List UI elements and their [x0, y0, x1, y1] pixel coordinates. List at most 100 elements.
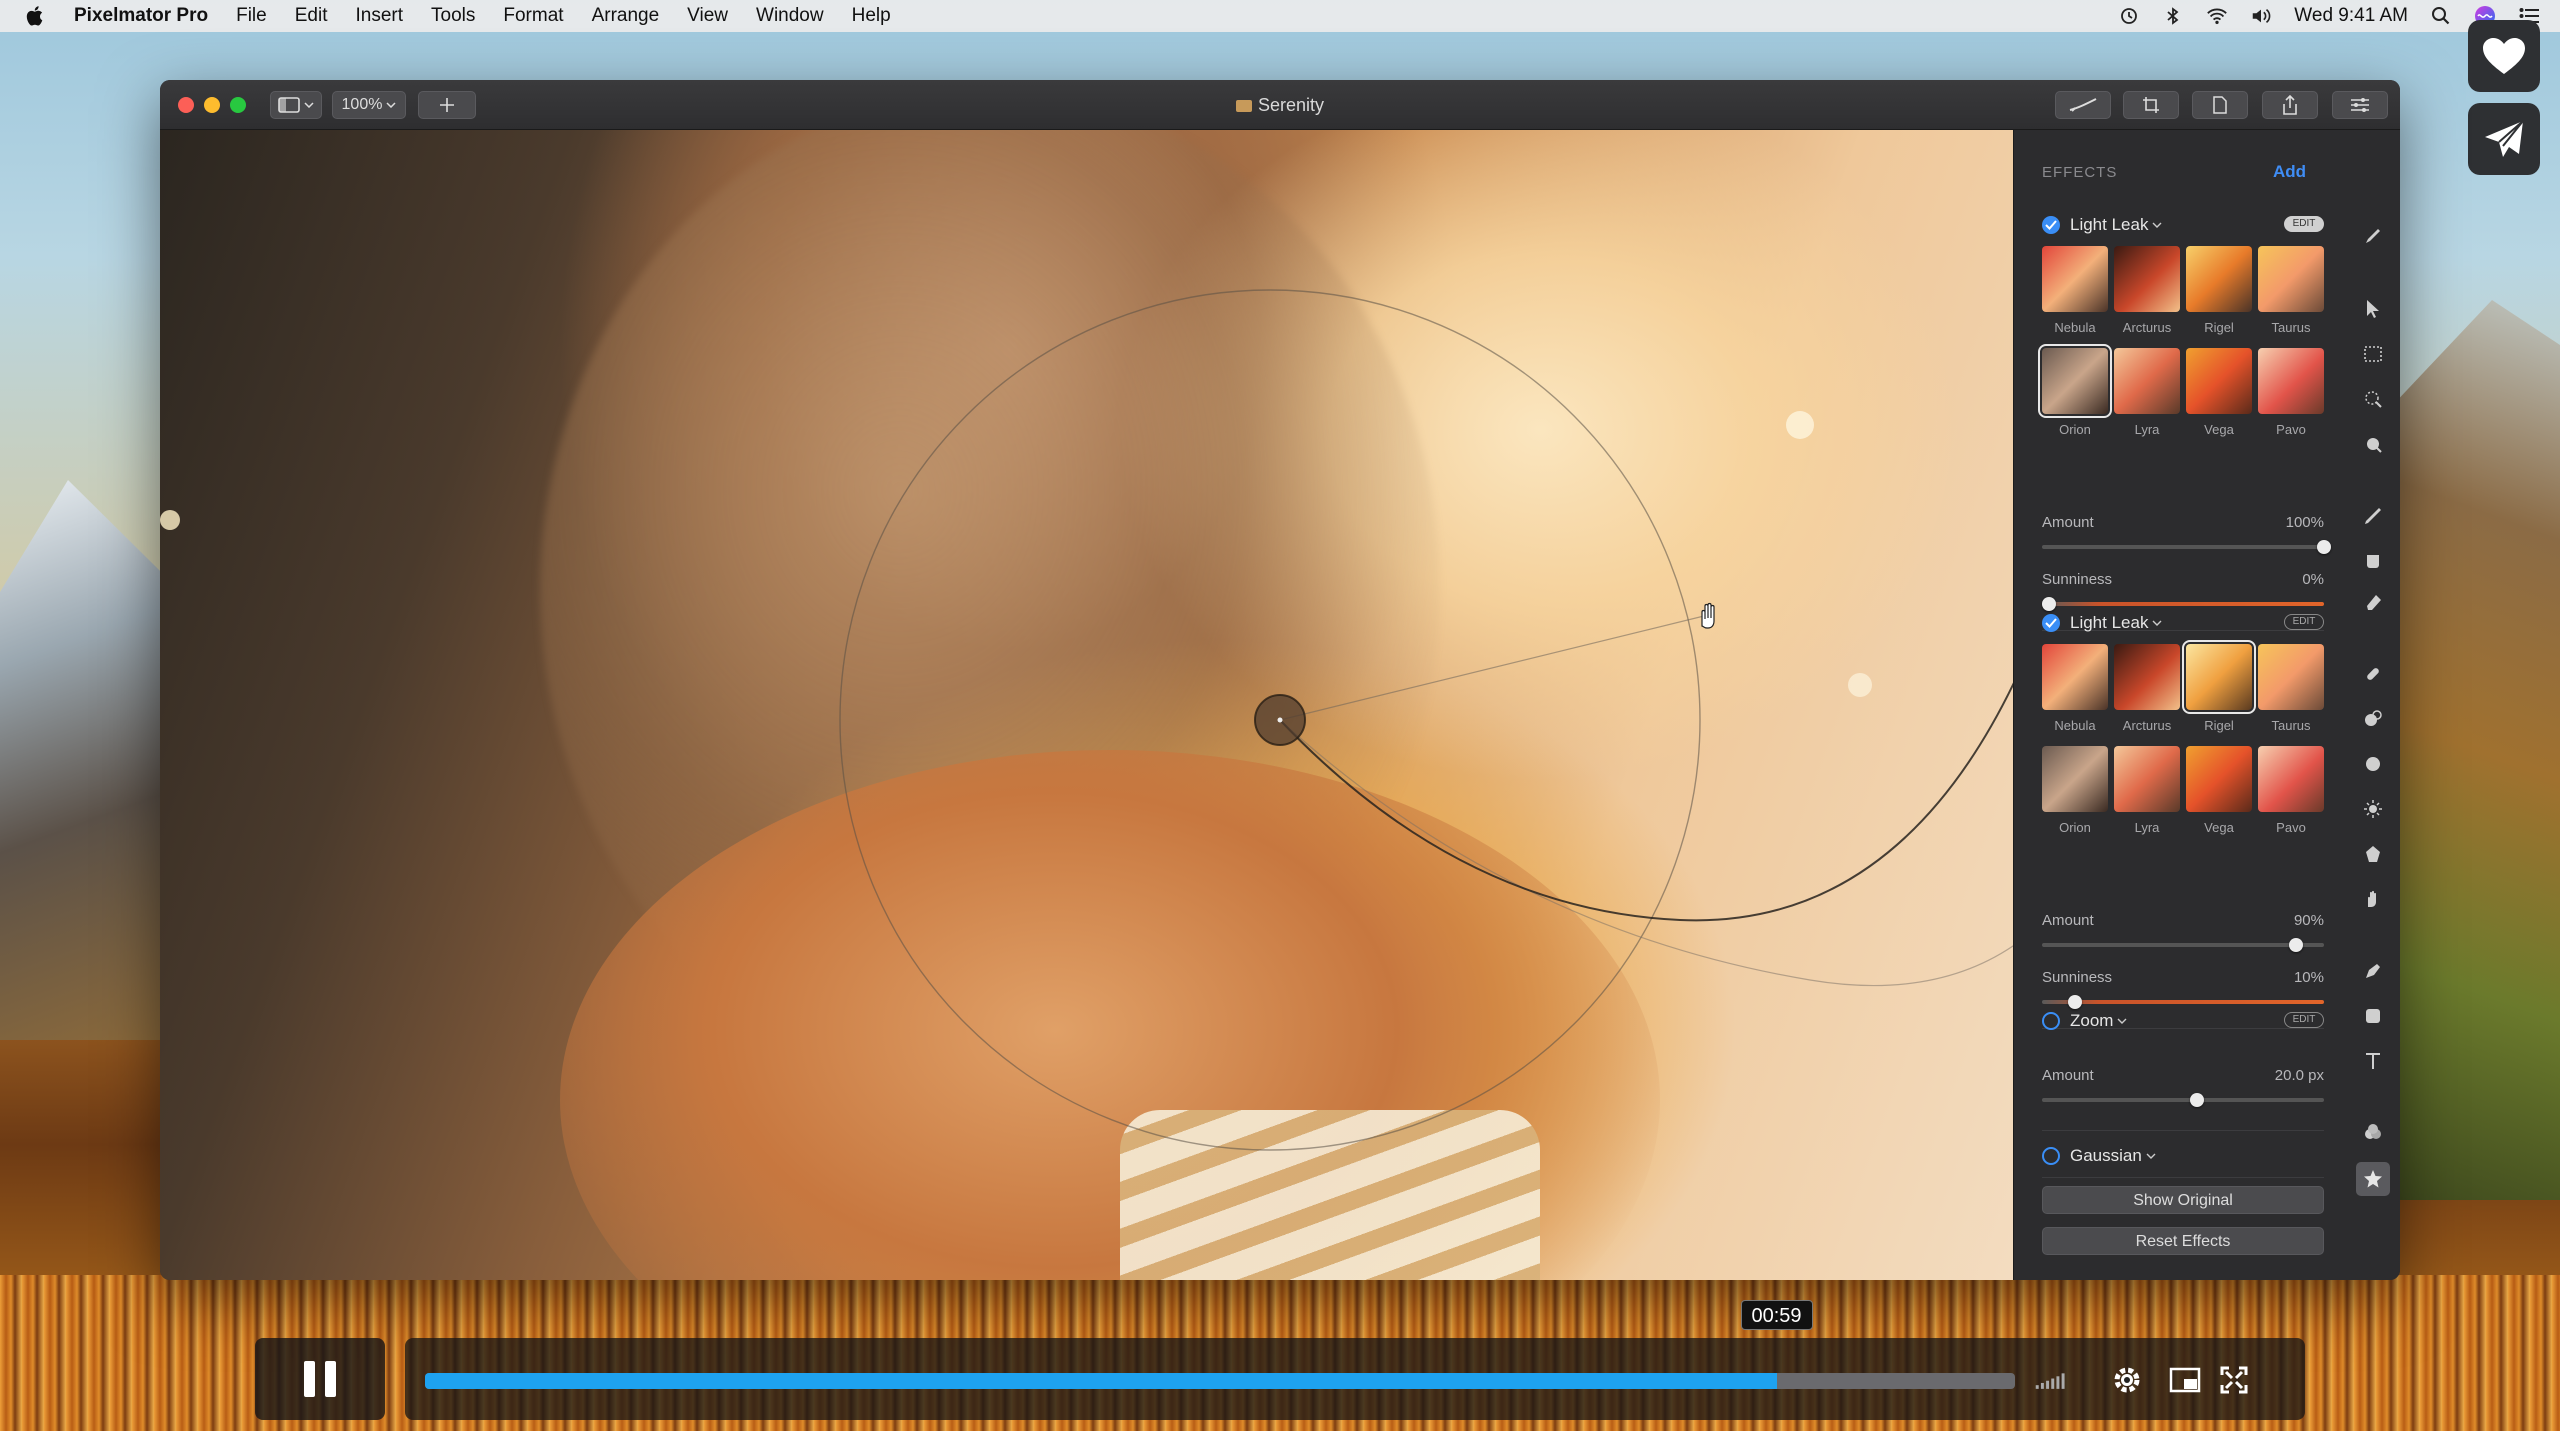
- color-select-icon[interactable]: [2359, 430, 2387, 458]
- amount-slider[interactable]: [2042, 943, 2324, 947]
- preset-thumb-taurus[interactable]: [2258, 246, 2324, 312]
- menu-insert[interactable]: Insert: [355, 5, 403, 27]
- eraser-icon[interactable]: [2359, 588, 2387, 616]
- shape-icon[interactable]: [2359, 1002, 2387, 1030]
- amount-slider-knob[interactable]: [2289, 938, 2303, 952]
- lighten-sun-icon[interactable]: [2359, 795, 2387, 823]
- effect-title[interactable]: Light Leak: [2042, 612, 2162, 634]
- sunniness-slider-knob[interactable]: [2068, 995, 2082, 1009]
- menubar-clock[interactable]: Wed 9:41 AM: [2294, 5, 2408, 27]
- close-window-button[interactable]: [178, 97, 194, 113]
- volume-icon[interactable]: [2250, 5, 2272, 27]
- preset-thumb-pavo[interactable]: [2258, 746, 2324, 812]
- color-adjust-icon[interactable]: [2359, 1118, 2387, 1146]
- effects-star-icon[interactable]: [2356, 1162, 2390, 1196]
- effect-enabled-checkbox[interactable]: [2042, 1147, 2060, 1165]
- rectangle-select-icon[interactable]: [2359, 340, 2387, 368]
- effect-edit-button[interactable]: EDIT: [2284, 614, 2324, 630]
- preset-thumb-orion[interactable]: [2038, 344, 2112, 418]
- share-export-button[interactable]: [2262, 91, 2318, 119]
- preset-thumb-taurus[interactable]: [2258, 644, 2324, 710]
- crop-tool-button[interactable]: [2123, 91, 2179, 119]
- effect-enabled-checkbox[interactable]: [2042, 216, 2060, 234]
- menu-help[interactable]: Help: [852, 5, 891, 27]
- adjustments-button[interactable]: [2332, 91, 2388, 119]
- bluetooth-icon[interactable]: [2162, 5, 2184, 27]
- sunniness-slider-knob[interactable]: [2042, 597, 2056, 611]
- sunniness-slider[interactable]: [2042, 1000, 2324, 1004]
- time-machine-icon[interactable]: [2118, 5, 2140, 27]
- preset-thumb-vega[interactable]: [2186, 348, 2252, 414]
- minimize-window-button[interactable]: [204, 97, 220, 113]
- zoom-window-button[interactable]: [230, 97, 246, 113]
- effect-edit-button[interactable]: EDIT: [2284, 1012, 2324, 1028]
- effect-title[interactable]: Light Leak: [2042, 214, 2162, 236]
- arrange-pointer-icon[interactable]: [2359, 295, 2387, 323]
- preset-thumb-nebula[interactable]: [2042, 246, 2108, 312]
- picture-in-picture-icon[interactable]: [2168, 1365, 2202, 1395]
- amount-slider-knob[interactable]: [2190, 1093, 2204, 1107]
- menu-tools[interactable]: Tools: [431, 5, 475, 27]
- settings-gear-icon[interactable]: [2110, 1365, 2144, 1395]
- effect-enabled-checkbox[interactable]: [2042, 1012, 2060, 1030]
- menu-view[interactable]: View: [687, 5, 728, 27]
- menu-arrange[interactable]: Arrange: [592, 5, 660, 27]
- preset-thumb-rigel[interactable]: [2182, 640, 2256, 714]
- warp-hand-icon[interactable]: [2359, 885, 2387, 913]
- preset-thumb-orion[interactable]: [2042, 746, 2108, 812]
- add-layer-button[interactable]: [418, 91, 476, 119]
- sidebar-toggle-button[interactable]: [270, 91, 322, 119]
- effect-path-curve[interactable]: [1279, 670, 2013, 922]
- pen-icon[interactable]: [2359, 957, 2387, 985]
- preset-thumb-pavo[interactable]: [2258, 348, 2324, 414]
- preset-thumb-nebula[interactable]: [2042, 644, 2108, 710]
- pause-button[interactable]: [255, 1338, 385, 1420]
- preset-label: Arcturus: [2122, 718, 2172, 733]
- effect-title[interactable]: Gaussian: [2042, 1145, 2156, 1167]
- sunniness-slider[interactable]: [2042, 602, 2324, 606]
- share-button[interactable]: [2468, 103, 2540, 175]
- sharpen-icon[interactable]: [2359, 840, 2387, 868]
- image-canvas[interactable]: [160, 130, 2013, 1280]
- amount-slider-knob[interactable]: [2317, 540, 2331, 554]
- amount-slider[interactable]: [2042, 1098, 2324, 1102]
- style-brush-icon[interactable]: [2359, 222, 2387, 250]
- amount-slider[interactable]: [2042, 545, 2324, 549]
- document-button[interactable]: [2192, 91, 2248, 119]
- preset-thumb-vega[interactable]: [2186, 746, 2252, 812]
- show-original-button[interactable]: Show Original: [2042, 1186, 2324, 1214]
- paint-bucket-icon[interactable]: [2359, 545, 2387, 573]
- paint-brush-icon[interactable]: [2359, 502, 2387, 530]
- add-effect-button[interactable]: Add: [2273, 162, 2306, 182]
- preset-thumb-arcturus[interactable]: [2114, 246, 2180, 312]
- reset-effects-button[interactable]: Reset Effects: [2042, 1227, 2324, 1255]
- zoom-level-menu[interactable]: 100%: [332, 91, 406, 119]
- sponge-icon[interactable]: [2359, 750, 2387, 778]
- wifi-icon[interactable]: [2206, 5, 2228, 27]
- style-tool-button[interactable]: [2055, 91, 2111, 119]
- quick-select-icon[interactable]: [2359, 385, 2387, 413]
- type-tool-icon[interactable]: [2359, 1047, 2387, 1075]
- clone-icon[interactable]: [2359, 705, 2387, 733]
- effect-title[interactable]: Zoom: [2042, 1010, 2127, 1032]
- menu-app-name[interactable]: Pixelmator Pro: [74, 5, 208, 27]
- fullscreen-icon[interactable]: [2217, 1365, 2251, 1395]
- chevron-down-icon: [386, 102, 396, 108]
- favorite-button[interactable]: [2468, 20, 2540, 92]
- effect-enabled-checkbox[interactable]: [2042, 614, 2060, 632]
- menu-file[interactable]: File: [236, 5, 267, 27]
- progress-track[interactable]: [425, 1373, 2015, 1389]
- volume-bars-icon[interactable]: [2035, 1365, 2069, 1395]
- effect-center-dot: [1277, 717, 1283, 723]
- preset-thumb-lyra[interactable]: [2114, 746, 2180, 812]
- menu-window[interactable]: Window: [756, 5, 824, 27]
- apple-menu-icon[interactable]: [26, 3, 52, 29]
- repair-bandage-icon[interactable]: [2359, 660, 2387, 688]
- effect-edit-button[interactable]: EDIT: [2284, 216, 2324, 232]
- menu-edit[interactable]: Edit: [295, 5, 328, 27]
- preset-thumb-rigel[interactable]: [2186, 246, 2252, 312]
- menu-format[interactable]: Format: [503, 5, 563, 27]
- spotlight-search-icon[interactable]: [2430, 5, 2452, 27]
- preset-thumb-arcturus[interactable]: [2114, 644, 2180, 710]
- preset-thumb-lyra[interactable]: [2114, 348, 2180, 414]
